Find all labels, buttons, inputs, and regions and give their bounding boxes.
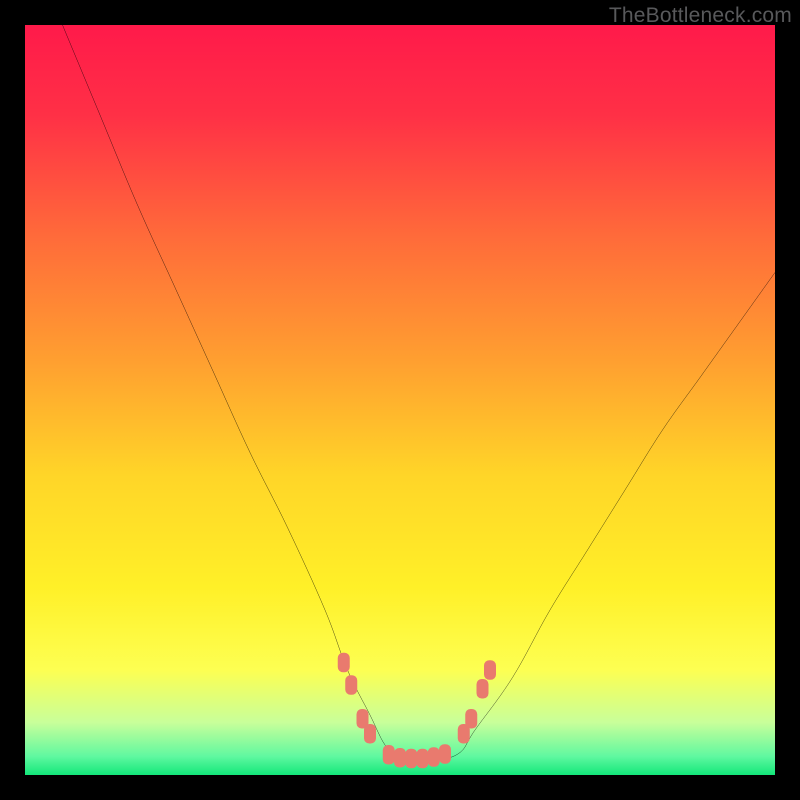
trough-marker <box>383 745 395 765</box>
trough-marker <box>338 653 350 672</box>
plot-area <box>25 25 775 775</box>
trough-marker <box>345 675 357 694</box>
trough-marker <box>364 724 376 743</box>
chart-svg <box>25 25 775 775</box>
trough-marker <box>484 660 496 679</box>
trough-marker <box>405 749 417 769</box>
trough-markers <box>338 653 496 769</box>
trough-marker <box>417 749 429 769</box>
outer-black-frame: TheBottleneck.com <box>0 0 800 800</box>
trough-marker <box>394 748 406 768</box>
trough-marker <box>439 744 451 764</box>
trough-marker <box>477 679 489 698</box>
trough-marker <box>465 709 477 728</box>
watermark-text: TheBottleneck.com <box>609 4 792 28</box>
bottleneck-curve <box>63 25 776 761</box>
trough-marker <box>428 747 440 767</box>
